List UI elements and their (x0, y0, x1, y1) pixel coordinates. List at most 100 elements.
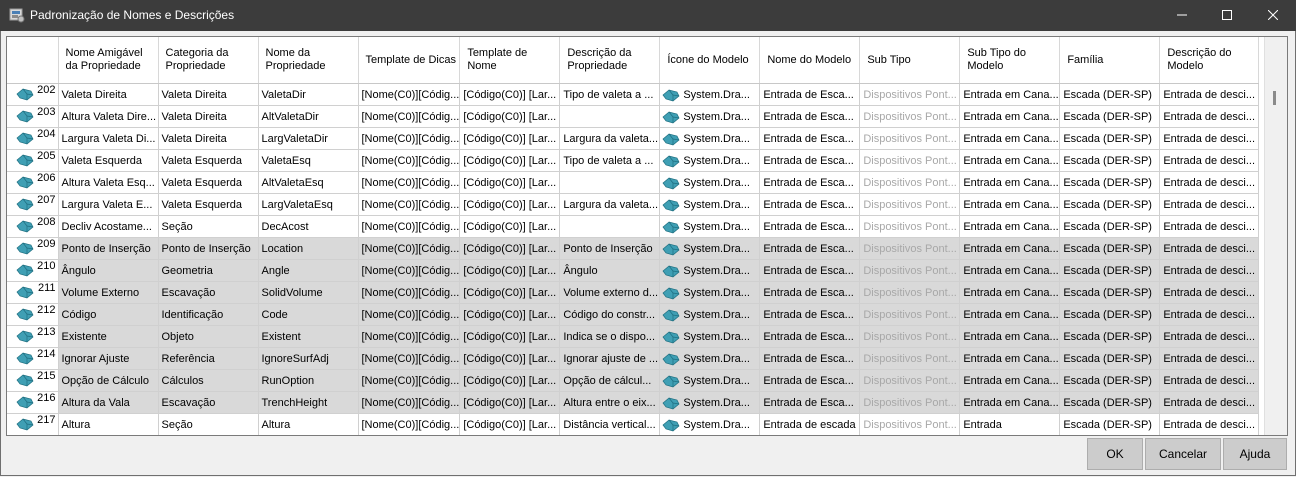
tooltip-template-cell[interactable]: [Nome(C0)][Códig... (358, 413, 461, 435)
sub-type-cell[interactable]: Dispositivos Pont... (859, 369, 961, 392)
model-sub-type-cell[interactable]: Entrada em Cana... (959, 391, 1061, 414)
model-icon-cell[interactable]: System.Dra... (659, 83, 761, 106)
tooltip-template-cell[interactable]: [Nome(C0)][Códig... (358, 83, 461, 106)
name-template-cell[interactable]: [Código(C0)] [Lar... (459, 105, 561, 128)
model-name-cell[interactable]: Entrada de Esca... (759, 325, 861, 348)
friendly-name-cell[interactable]: Ângulo (58, 259, 159, 282)
friendly-name-cell[interactable]: Existente (58, 325, 159, 348)
name-template-cell[interactable]: [Código(C0)] [Lar... (459, 369, 561, 392)
property-description-cell[interactable] (559, 105, 661, 128)
tooltip-template-cell[interactable]: [Nome(C0)][Códig... (358, 215, 461, 238)
model-name-cell[interactable]: Entrada de Esca... (759, 391, 861, 414)
col-descricao-propriedade-header[interactable]: Descrição da Propriedade (559, 37, 661, 84)
row-header[interactable]: 210 (7, 259, 59, 282)
property-description-cell[interactable] (559, 215, 661, 238)
property-description-cell[interactable]: Código do constr... (559, 303, 661, 326)
property-name-cell[interactable]: AltValetaEsq (258, 171, 359, 194)
row-header[interactable]: 215 (7, 369, 59, 392)
model-name-cell[interactable]: Entrada de Esca... (759, 149, 861, 172)
model-sub-type-cell[interactable]: Entrada em Cana... (959, 105, 1061, 128)
tooltip-template-cell[interactable]: [Nome(C0)][Códig... (358, 127, 461, 150)
friendly-name-cell[interactable]: Ignorar Ajuste (58, 347, 159, 370)
model-name-cell[interactable]: Entrada de Esca... (759, 215, 861, 238)
category-cell[interactable]: Seção (158, 215, 259, 238)
friendly-name-cell[interactable]: Volume Externo (58, 281, 159, 304)
sub-type-cell[interactable]: Dispositivos Pont... (859, 391, 961, 414)
model-icon-cell[interactable]: System.Dra... (659, 193, 761, 216)
model-icon-cell[interactable]: System.Dra... (659, 303, 761, 326)
friendly-name-cell[interactable]: Ponto de Inserção (58, 237, 159, 260)
sub-type-cell[interactable]: Dispositivos Pont... (859, 303, 961, 326)
table-row[interactable]: 217 Altura Seção Altura [Nome(C0)][Códig...[… (7, 413, 1260, 435)
property-name-cell[interactable]: SolidVolume (258, 281, 359, 304)
model-description-cell[interactable]: Entrada de desci... (1159, 391, 1260, 414)
row-header[interactable]: 211 (7, 281, 59, 304)
friendly-name-cell[interactable]: Altura Valeta Dire... (58, 105, 159, 128)
sub-type-cell[interactable]: Dispositivos Pont... (859, 325, 961, 348)
family-cell[interactable]: Escada (DER-SP) (1059, 215, 1161, 238)
model-icon-cell[interactable]: System.Dra... (659, 149, 761, 172)
property-name-cell[interactable]: ValetaEsq (258, 149, 359, 172)
sub-type-cell[interactable]: Dispositivos Pont... (859, 347, 961, 370)
table-row[interactable]: 213 Existente Objeto Existent [Nome(C0)][Cód… (7, 325, 1260, 348)
model-sub-type-cell[interactable]: Entrada em Cana... (959, 127, 1061, 150)
tooltip-template-cell[interactable]: [Nome(C0)][Códig... (358, 303, 461, 326)
model-description-cell[interactable]: Entrada de desci... (1159, 193, 1260, 216)
name-template-cell[interactable]: [Código(C0)] [Lar... (459, 193, 561, 216)
name-template-cell[interactable]: [Código(C0)] [Lar... (459, 391, 561, 414)
tooltip-template-cell[interactable]: [Nome(C0)][Códig... (358, 369, 461, 392)
name-template-cell[interactable]: [Código(C0)] [Lar... (459, 127, 561, 150)
maximize-button[interactable] (1204, 0, 1250, 31)
model-description-cell[interactable]: Entrada de desci... (1159, 237, 1260, 260)
property-description-cell[interactable]: Distância vertical... (559, 413, 661, 435)
property-name-cell[interactable]: AltValetaDir (258, 105, 359, 128)
row-header[interactable]: 214 (7, 347, 59, 370)
category-cell[interactable]: Ponto de Inserção (158, 237, 259, 260)
table-row[interactable]: 216 Altura da Vala Escavação TrenchHeight [N… (7, 391, 1260, 414)
friendly-name-cell[interactable]: Decliv Acostame... (58, 215, 159, 238)
model-sub-type-cell[interactable]: Entrada em Cana... (959, 237, 1061, 260)
row-header[interactable]: 202 (7, 83, 59, 106)
tooltip-template-cell[interactable]: [Nome(C0)][Códig... (358, 171, 461, 194)
table-row[interactable]: 209 Ponto de Inserção Ponto de Inserção Loc… (7, 237, 1260, 260)
table-row[interactable]: 212 Código Identificação Code [Nome(C0)][Cód… (7, 303, 1260, 326)
tooltip-template-cell[interactable]: [Nome(C0)][Códig... (358, 237, 461, 260)
category-cell[interactable]: Valeta Esquerda (158, 171, 259, 194)
table-row[interactable]: 215 Opção de Cálculo Cálculos RunOption [Nom… (7, 369, 1260, 392)
model-description-cell[interactable]: Entrada de desci... (1159, 83, 1260, 106)
row-header[interactable]: 204 (7, 127, 59, 150)
model-name-cell[interactable]: Entrada de Esca... (759, 259, 861, 282)
model-sub-type-cell[interactable]: Entrada em Cana... (959, 347, 1061, 370)
cancel-button[interactable]: Cancelar (1145, 438, 1221, 470)
col-template-nome-header[interactable]: Template de Nome (459, 37, 561, 84)
col-icone-modelo-header[interactable]: Ícone do Modelo (659, 37, 761, 84)
model-name-cell[interactable]: Entrada de Esca... (759, 281, 861, 304)
category-cell[interactable]: Escavação (158, 281, 259, 304)
family-cell[interactable]: Escada (DER-SP) (1059, 281, 1161, 304)
model-icon-cell[interactable]: System.Dra... (659, 171, 761, 194)
model-description-cell[interactable]: Entrada de desci... (1159, 325, 1260, 348)
category-cell[interactable]: Seção (158, 413, 259, 435)
category-cell[interactable]: Valeta Esquerda (158, 149, 259, 172)
property-description-cell[interactable]: Volume externo d... (559, 281, 661, 304)
property-name-cell[interactable]: Location (258, 237, 359, 260)
category-cell[interactable]: Cálculos (158, 369, 259, 392)
model-name-cell[interactable]: Entrada de Esca... (759, 83, 861, 106)
name-template-cell[interactable]: [Código(C0)] [Lar... (459, 259, 561, 282)
model-icon-cell[interactable]: System.Dra... (659, 325, 761, 348)
property-description-cell[interactable]: Altura entre o eix... (559, 391, 661, 414)
col-nome-modelo-header[interactable]: Nome do Modelo (759, 37, 861, 84)
table-row[interactable]: 202 Valeta Direita Valeta Direita ValetaDir… (7, 83, 1260, 106)
friendly-name-cell[interactable]: Valeta Esquerda (58, 149, 159, 172)
table-row[interactable]: 208 Decliv Acostame... Seção DecAcost [Nome(… (7, 215, 1260, 238)
model-icon-cell[interactable]: System.Dra... (659, 215, 761, 238)
row-header[interactable]: 217 (7, 413, 59, 435)
model-name-cell[interactable]: Entrada de Esca... (759, 303, 861, 326)
friendly-name-cell[interactable]: Altura Valeta Esq... (58, 171, 159, 194)
property-description-cell[interactable]: Ponto de Inserção (559, 237, 661, 260)
property-name-cell[interactable]: DecAcost (258, 215, 359, 238)
properties-grid[interactable]: Nome Amigável da Propriedade Categoria da… (6, 36, 1288, 436)
model-description-cell[interactable]: Entrada de desci... (1159, 171, 1260, 194)
table-row[interactable]: 205 Valeta Esquerda Valeta Esquerda ValetaE… (7, 149, 1260, 172)
model-description-cell[interactable]: Entrada de desci... (1159, 215, 1260, 238)
